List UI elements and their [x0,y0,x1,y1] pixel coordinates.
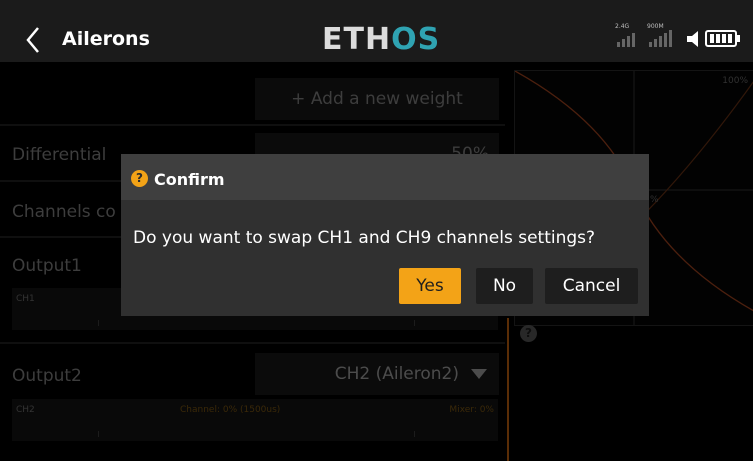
signal-24-icon [617,33,635,47]
signal-900-icon [649,30,672,47]
no-button[interactable]: No [476,268,533,304]
status-indicators: 2.4G 900M [615,20,745,50]
cancel-button[interactable]: Cancel [545,268,638,304]
band-24-label: 2.4G [615,23,630,30]
confirm-dialog: ? Confirm Do you want to swap CH1 and CH… [121,154,649,316]
battery-icon [705,30,740,47]
band-900-label: 900M [647,23,664,30]
dialog-message: Do you want to swap CH1 and CH9 channels… [133,228,596,248]
question-icon: ? [131,170,148,187]
chevron-left-icon [26,27,39,53]
page-title: Ailerons [62,28,150,50]
dialog-title: Confirm [154,170,225,189]
speaker-icon [687,31,698,47]
ethos-logo: ETHOS [322,22,441,57]
back-button[interactable] [16,22,52,58]
yes-button[interactable]: Yes [399,268,461,304]
